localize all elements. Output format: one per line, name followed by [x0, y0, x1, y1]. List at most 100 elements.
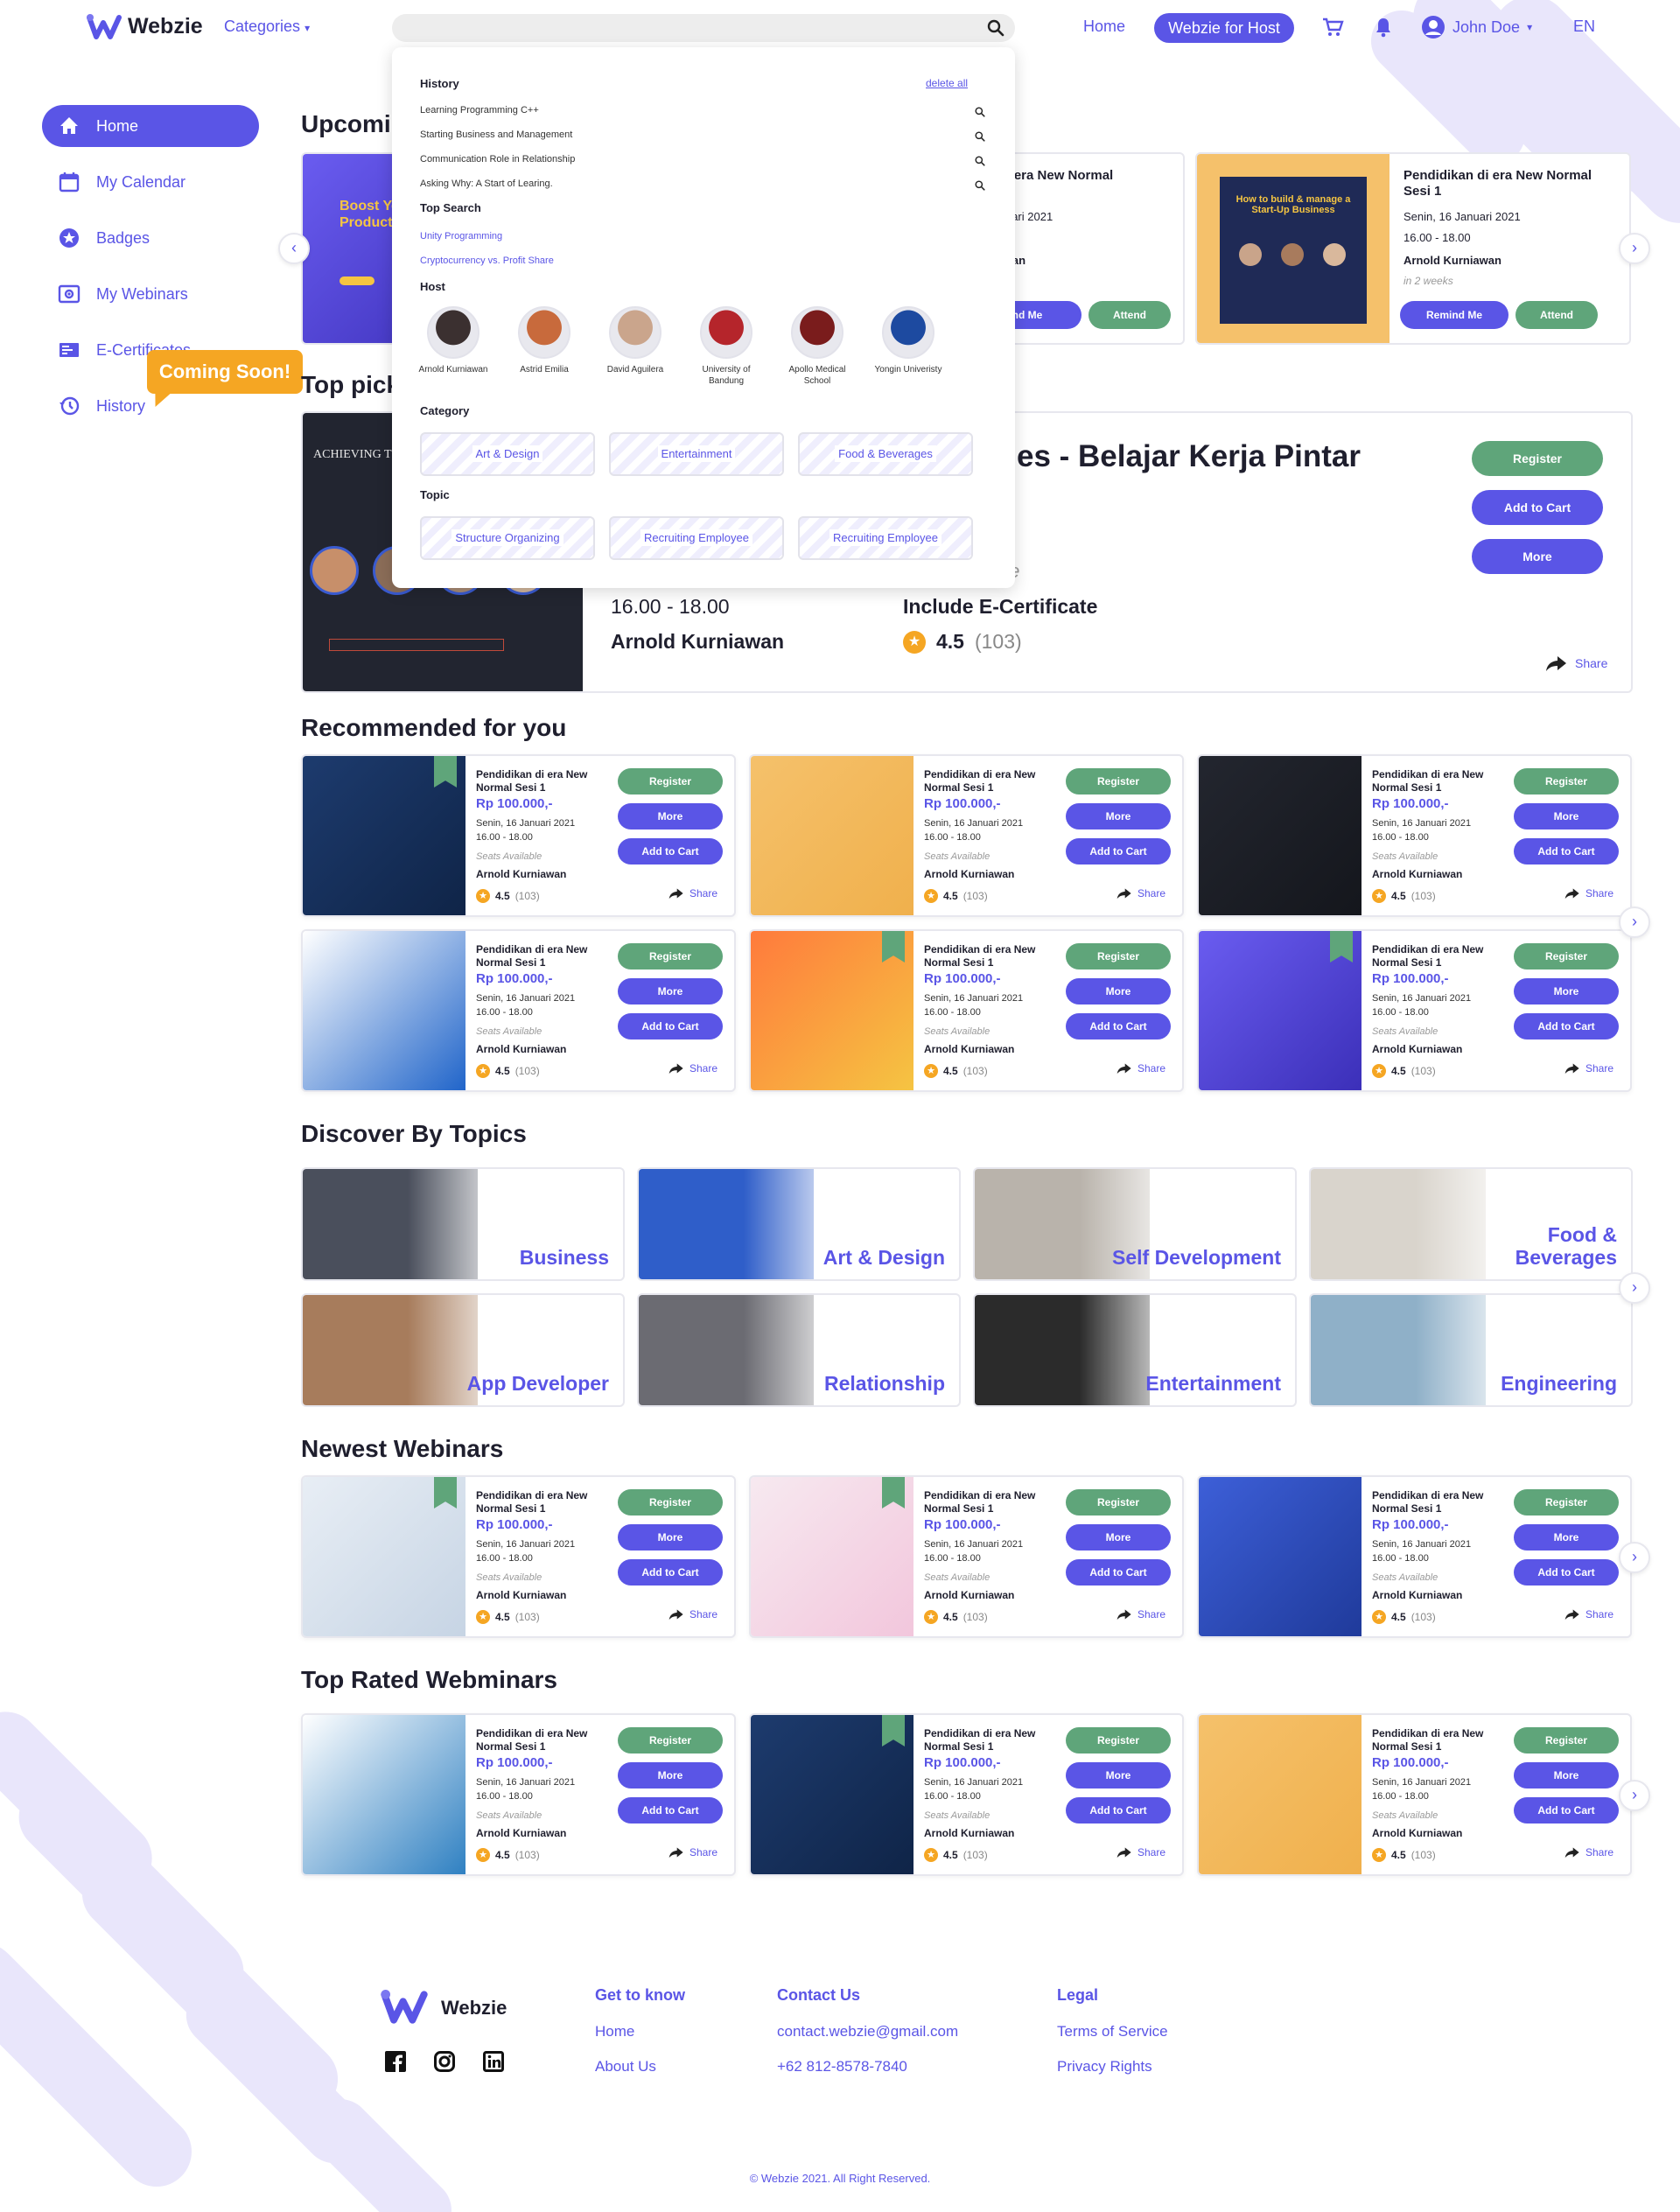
facebook-icon[interactable] [385, 2051, 406, 2072]
top-search-item[interactable]: Unity Programming [420, 231, 502, 242]
footer-link-privacy[interactable]: Privacy Rights [1057, 2058, 1152, 2076]
add-to-cart-button[interactable]: Add to Cart [1472, 490, 1603, 525]
webinar-card[interactable]: Pendidikan di era New Normal Sesi 1 Rp 10… [301, 1475, 736, 1638]
footer-link-terms[interactable]: Terms of Service [1057, 2023, 1168, 2040]
share-button[interactable]: Share [1545, 654, 1607, 672]
webinar-card[interactable]: Pendidikan di era New Normal Sesi 1 Rp 10… [749, 929, 1184, 1092]
history-item[interactable]: Asking Why: A Start of Learing. [420, 178, 553, 189]
webinar-card[interactable]: Pendidikan di era New Normal Sesi 1 Rp 10… [1197, 1713, 1632, 1876]
upcoming-card-partial[interactable]: Boost Yo Producti [301, 152, 406, 345]
register-button[interactable]: Register [1472, 441, 1603, 476]
add-to-cart-button[interactable]: Add to Cart [618, 1559, 723, 1586]
carousel-next-button[interactable]: › [1619, 906, 1650, 938]
topic-chip[interactable]: Structure Organizing [420, 516, 595, 560]
brand-name[interactable]: Webzie [128, 14, 203, 39]
webzie-for-host-button[interactable]: Webzie for Host [1154, 13, 1294, 43]
more-button[interactable]: More [1514, 803, 1619, 830]
register-button[interactable]: Register [618, 768, 723, 794]
register-button[interactable]: Register [1514, 943, 1619, 970]
share-button[interactable]: Share [668, 887, 718, 900]
instagram-icon[interactable] [434, 2051, 455, 2072]
share-button[interactable]: Share [1116, 1846, 1166, 1858]
carousel-prev-button[interactable]: ‹ [278, 233, 310, 264]
category-chip[interactable]: Entertainment [609, 432, 784, 476]
add-to-cart-button[interactable]: Add to Cart [1514, 1797, 1619, 1824]
more-button[interactable]: More [1066, 1762, 1171, 1788]
topic-card[interactable]: Entertainment [973, 1293, 1297, 1407]
register-button[interactable]: Register [1066, 1727, 1171, 1754]
remind-me-button[interactable]: Remind Me [1400, 301, 1508, 329]
add-to-cart-button[interactable]: Add to Cart [1066, 1013, 1171, 1040]
webinar-card[interactable]: Pendidikan di era New Normal Sesi 1 Rp 10… [1197, 1475, 1632, 1638]
delete-all-link[interactable]: delete all [926, 77, 968, 89]
webinar-card[interactable]: Pendidikan di era New Normal Sesi 1 Rp 10… [749, 1475, 1184, 1638]
host-avatar[interactable] [609, 306, 662, 359]
history-item[interactable]: Communication Role in Relationship [420, 154, 575, 164]
footer-contact-phone[interactable]: +62 812-8578-7840 [777, 2058, 907, 2076]
search-icon[interactable] [975, 156, 985, 166]
footer-link-home[interactable]: Home [595, 2023, 634, 2040]
more-button[interactable]: More [1066, 978, 1171, 1004]
host-avatar[interactable] [427, 306, 480, 359]
register-button[interactable]: Register [1066, 768, 1171, 794]
search-icon[interactable] [975, 131, 985, 142]
footer-link-about[interactable]: About Us [595, 2058, 656, 2076]
host-avatar[interactable] [518, 306, 570, 359]
more-button[interactable]: More [618, 1762, 723, 1788]
add-to-cart-button[interactable]: Add to Cart [1066, 1797, 1171, 1824]
search-icon[interactable] [987, 19, 1004, 37]
topic-card[interactable]: Food & Beverages [1309, 1167, 1633, 1281]
share-button[interactable]: Share [1116, 1608, 1166, 1620]
sidebar-item-home[interactable]: Home [42, 105, 259, 147]
webinar-card[interactable]: Pendidikan di era New Normal Sesi 1 Rp 10… [1197, 929, 1632, 1092]
sidebar-item-badges[interactable]: Badges [42, 217, 259, 259]
linkedin-icon[interactable] [483, 2051, 504, 2072]
carousel-next-button[interactable]: › [1619, 1542, 1650, 1573]
carousel-next-button[interactable]: › [1619, 233, 1650, 264]
add-to-cart-button[interactable]: Add to Cart [1066, 1559, 1171, 1586]
webinar-card[interactable]: Pendidikan di era New Normal Sesi 1 Rp 10… [749, 1713, 1184, 1876]
webinar-card[interactable]: Pendidikan di era New Normal Sesi 1 Rp 10… [1197, 754, 1632, 917]
host-name[interactable]: University of Bandung [687, 364, 766, 387]
category-chip[interactable]: Food & Beverages [798, 432, 973, 476]
register-button[interactable]: Register [1066, 943, 1171, 970]
register-button[interactable]: Register [1514, 1489, 1619, 1516]
share-button[interactable]: Share [1116, 887, 1166, 900]
add-to-cart-button[interactable]: Add to Cart [618, 1013, 723, 1040]
share-button[interactable]: Share [1564, 1062, 1614, 1074]
more-button[interactable]: More [1472, 539, 1603, 574]
register-button[interactable]: Register [1514, 1727, 1619, 1754]
language-selector[interactable]: EN [1573, 18, 1595, 36]
share-button[interactable]: Share [1116, 1062, 1166, 1074]
host-avatar[interactable] [700, 306, 752, 359]
more-button[interactable]: More [618, 1524, 723, 1550]
footer-contact-email[interactable]: contact.webzie@gmail.com [777, 2023, 958, 2040]
nav-home-link[interactable]: Home [1083, 18, 1125, 36]
attend-button[interactable]: Attend [1088, 301, 1171, 329]
add-to-cart-button[interactable]: Add to Cart [1066, 838, 1171, 864]
history-item[interactable]: Learning Programming C++ [420, 105, 539, 116]
register-button[interactable]: Register [618, 1727, 723, 1754]
share-button[interactable]: Share [1564, 887, 1614, 900]
host-name[interactable]: Yongin Univeristy [869, 364, 948, 375]
host-name[interactable]: Astrid Emilia [505, 364, 584, 375]
more-button[interactable]: More [1066, 1524, 1171, 1550]
topic-card[interactable]: App Developer [301, 1293, 625, 1407]
history-item[interactable]: Starting Business and Management [420, 130, 572, 140]
more-button[interactable]: More [1066, 803, 1171, 830]
cart-icon[interactable] [1321, 16, 1344, 38]
bell-icon[interactable] [1372, 16, 1395, 38]
topic-card[interactable]: Art & Design [637, 1167, 961, 1281]
more-button[interactable]: More [618, 803, 723, 830]
host-name[interactable]: Apollo Medical School [778, 364, 857, 387]
topic-chip[interactable]: Recruiting Employee [798, 516, 973, 560]
carousel-next-button[interactable]: › [1619, 1272, 1650, 1304]
webinar-card[interactable]: Pendidikan di era New Normal Sesi 1 Rp 10… [301, 1713, 736, 1876]
host-name[interactable]: David Aguilera [596, 364, 675, 375]
add-to-cart-button[interactable]: Add to Cart [1514, 838, 1619, 864]
share-button[interactable]: Share [668, 1608, 718, 1620]
share-button[interactable]: Share [668, 1846, 718, 1858]
register-button[interactable]: Register [1514, 768, 1619, 794]
share-button[interactable]: Share [668, 1062, 718, 1074]
host-name[interactable]: Arnold Kurniawan [414, 364, 493, 375]
